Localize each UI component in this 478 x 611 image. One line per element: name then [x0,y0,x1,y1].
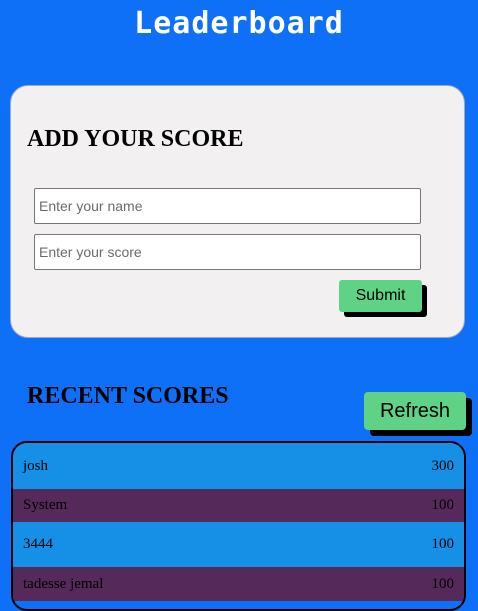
player-score: 100 [431,536,455,552]
player-score: 100 [431,575,455,592]
refresh-button[interactable]: Refresh [364,392,466,430]
player-name: System [23,497,68,513]
list-item: 3444 100 [13,522,464,567]
player-name: tadesse jemal [23,575,104,592]
add-score-card: ADD YOUR SCORE Submit [10,85,465,338]
list-item: tadesse jemal 100 [13,567,464,601]
add-score-heading: ADD YOUR SCORE [27,126,244,152]
submit-button[interactable]: Submit [339,280,422,312]
player-score: 100 [431,497,455,513]
name-input[interactable] [34,188,421,224]
player-name: 3444 [23,536,53,552]
player-score: 300 [431,457,455,474]
list-item: josh 300 [13,443,464,489]
list-item: System 100 [13,489,464,522]
scores-list: josh 300 System 100 3444 100 tadesse jem… [11,441,466,611]
score-input[interactable] [34,234,421,270]
page-title: Leaderboard [134,6,344,41]
player-name: josh [23,457,49,474]
recent-scores-heading: RECENT SCORES [27,383,229,409]
